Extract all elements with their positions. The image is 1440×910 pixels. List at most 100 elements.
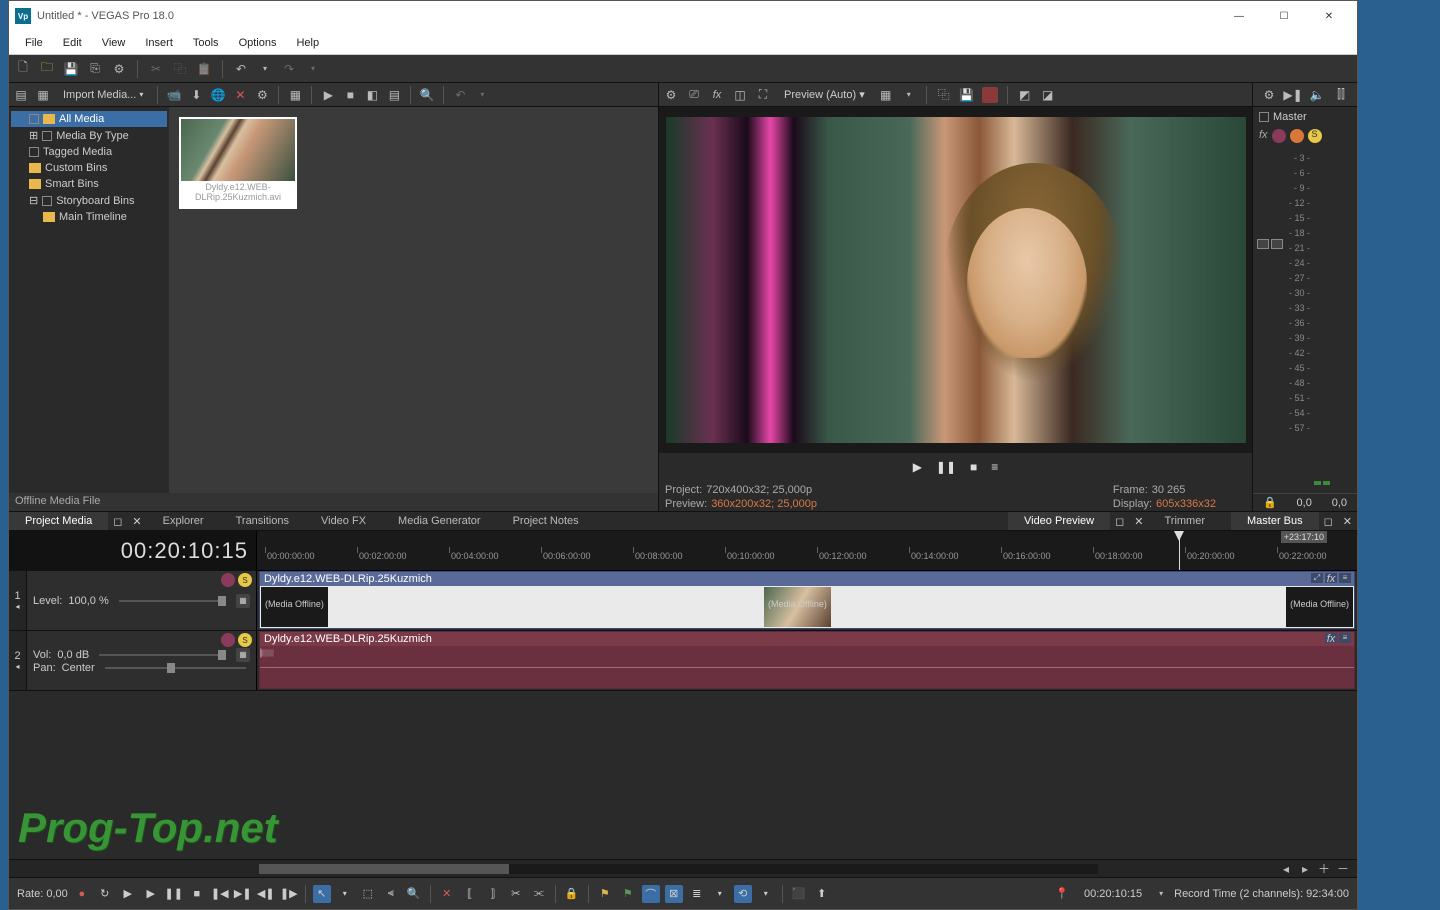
pause-icon[interactable]: ❚❚ <box>936 460 956 474</box>
render-region-icon[interactable]: ⬛ <box>790 885 808 903</box>
split-icon[interactable]: ◫ <box>732 87 748 103</box>
cursor-timecode[interactable]: 00:20:10:15 <box>1084 888 1142 900</box>
sequence-icon[interactable]: ▤ <box>386 87 402 103</box>
video-clip[interactable]: Dyldy.e12.WEB-DLRip.25Kuzmich ⤢ fx ≡ (Me… <box>259 571 1355 629</box>
clip-menu-icon[interactable]: ≡ <box>1339 633 1351 643</box>
master-dim-icon[interactable]: 🔈 <box>1309 87 1325 103</box>
trim-end-icon[interactable]: ⟧ <box>484 885 502 903</box>
new-icon[interactable]: 🗋 <box>15 61 31 77</box>
tree-storyboard-bins[interactable]: ⊟Storyboard Bins <box>11 192 167 209</box>
tree-media-by-type[interactable]: ⊞Media By Type <box>11 127 167 144</box>
tree-custom-bins[interactable]: Custom Bins <box>11 160 167 176</box>
play-icon[interactable]: ▶ <box>142 885 160 903</box>
maximize-button[interactable]: ☐ <box>1262 2 1306 30</box>
tab-video-fx[interactable]: Video FX <box>305 512 382 530</box>
solo-icon[interactable]: S <box>238 633 252 647</box>
timeline-ruler[interactable]: +23:17:10 00:00:00:0000:02:00:0000:04:00… <box>257 531 1357 571</box>
master-fx2-icon[interactable] <box>1290 129 1304 143</box>
vol-slider[interactable] <box>99 654 226 656</box>
quantize-drop-icon[interactable]: ▾ <box>711 885 729 903</box>
tab-close-icon[interactable]: ✕ <box>1338 515 1357 528</box>
timecode-display[interactable]: 00:20:10:15 <box>9 531 257 571</box>
lock-icon[interactable]: 🔒 <box>1263 496 1277 509</box>
play-start-icon[interactable]: ▶ <box>119 885 137 903</box>
master-fx-icon[interactable]: fx <box>1259 129 1268 143</box>
copy-snapshot-icon[interactable]: ⿻ <box>936 87 952 103</box>
undo-drop-icon[interactable]: ▾ <box>257 61 273 77</box>
clip-menu-icon[interactable]: ≡ <box>1339 573 1351 583</box>
tab-video-preview[interactable]: Video Preview <box>1008 512 1110 530</box>
close-button[interactable]: ✕ <box>1307 2 1351 30</box>
tab-close-icon[interactable]: ✕ <box>1129 515 1148 528</box>
playback-rate[interactable]: Rate: 0,00 <box>17 888 68 900</box>
properties-icon[interactable]: ⚙ <box>111 61 127 77</box>
crop-icon[interactable]: ⤢ <box>1311 573 1323 583</box>
menu-tools[interactable]: Tools <box>185 34 227 52</box>
zoom-out-icon[interactable]: － <box>1335 861 1351 877</box>
zoom-in-icon[interactable]: ＋ <box>1316 861 1332 877</box>
tree-main-timeline[interactable]: Main Timeline <box>11 209 167 225</box>
fullscreen-icon[interactable]: ⛶ <box>755 87 771 103</box>
tab-float-icon[interactable]: ◻ <box>1110 515 1129 528</box>
scroll-left-icon[interactable]: ◂ <box>1278 861 1294 877</box>
tab-media-generator[interactable]: Media Generator <box>382 512 497 530</box>
open-icon[interactable]: 🗀 <box>39 61 55 77</box>
track-number[interactable]: 2◂ <box>9 631 27 690</box>
adjust2-icon[interactable]: ◪ <box>1040 87 1056 103</box>
scrollbar-thumb[interactable] <box>259 864 509 874</box>
menu-help[interactable]: Help <box>288 34 327 52</box>
heal-icon[interactable]: ⫘ <box>530 885 548 903</box>
tab-explorer[interactable]: Explorer <box>147 512 220 530</box>
minimize-button[interactable]: — <box>1217 2 1261 30</box>
snap-icon[interactable]: ⌒ <box>642 885 660 903</box>
clip-fx-icon[interactable]: fx <box>1325 633 1337 643</box>
tree-smart-bins[interactable]: Smart Bins <box>11 176 167 192</box>
mute-icon[interactable]: ▦ <box>236 594 250 608</box>
media-lib-icon[interactable]: ▦ <box>35 87 51 103</box>
preview-props-icon[interactable]: ⚙ <box>663 87 679 103</box>
master-downmix-icon[interactable]: ⫿⫿ <box>1333 87 1349 103</box>
clip-fx-icon[interactable]: fx <box>1325 573 1337 583</box>
get-media-icon[interactable]: ⬇ <box>188 87 204 103</box>
tab-trimmer[interactable]: Trimmer <box>1148 512 1221 530</box>
overlays-drop-icon[interactable]: ▾ <box>901 87 917 103</box>
titlebar[interactable]: Vp Untitled * - VEGAS Pro 18.0 — ☐ ✕ <box>9 1 1357 31</box>
track-lane[interactable]: Dyldy.e12.WEB-DLRip.25Kuzmich fx ≡ <box>257 631 1357 690</box>
drop-icon[interactable]: ▾ <box>336 885 354 903</box>
audio-clip[interactable]: Dyldy.e12.WEB-DLRip.25Kuzmich fx ≡ <box>259 631 1355 689</box>
marker-icon[interactable]: ⚑ <box>596 885 614 903</box>
track-number[interactable]: 1◂ <box>9 571 27 630</box>
menu-options[interactable]: Options <box>231 34 285 52</box>
media-thumb[interactable]: Dyldy.e12.WEB-DLRip.25Kuzmich.avi <box>179 117 297 209</box>
tc-drop-icon[interactable]: ▾ <box>1153 886 1169 902</box>
back-drop-icon[interactable]: ▾ <box>474 87 490 103</box>
h-scrollbar[interactable] <box>259 864 1098 874</box>
stop-icon[interactable]: ■ <box>188 885 206 903</box>
lock-icon[interactable]: 🔒 <box>563 885 581 903</box>
save-icon[interactable]: 💾 <box>63 61 79 77</box>
play-icon[interactable]: ▶ <box>320 87 336 103</box>
tab-float-icon[interactable]: ◻ <box>108 515 127 528</box>
preview-quality-dropdown[interactable]: Preview (Auto) ▾ <box>778 86 871 103</box>
overlays-icon[interactable]: ▦ <box>878 87 894 103</box>
paste-icon[interactable]: 📋 <box>196 61 212 77</box>
menu-insert[interactable]: Insert <box>137 34 181 52</box>
ripple-drop-icon[interactable]: ▾ <box>757 885 775 903</box>
menu-file[interactable]: File <box>17 34 51 52</box>
pause-icon[interactable]: ❚❚ <box>165 885 183 903</box>
menu-edit[interactable]: Edit <box>55 34 90 52</box>
tree-all-media[interactable]: All Media <box>11 111 167 127</box>
media-thumbnails[interactable]: Dyldy.e12.WEB-DLRip.25Kuzmich.avi <box>169 107 658 493</box>
copy-icon[interactable]: ⿻ <box>172 61 188 77</box>
menu-icon[interactable]: ≡ <box>991 460 998 474</box>
go-start-icon[interactable]: ❚◀ <box>211 885 229 903</box>
trim-start-icon[interactable]: ⟦ <box>461 885 479 903</box>
save-snapshot-icon[interactable]: 💾 <box>959 87 975 103</box>
tab-project-notes[interactable]: Project Notes <box>497 512 595 530</box>
stop-icon[interactable]: ■ <box>342 87 358 103</box>
record-icon[interactable]: ● <box>73 885 91 903</box>
render-icon[interactable]: ⎘ <box>87 61 103 77</box>
normal-edit-icon[interactable]: ↖ <box>313 885 331 903</box>
auto-ripple-icon[interactable]: ⟲ <box>734 885 752 903</box>
split-icon[interactable]: ✂ <box>507 885 525 903</box>
